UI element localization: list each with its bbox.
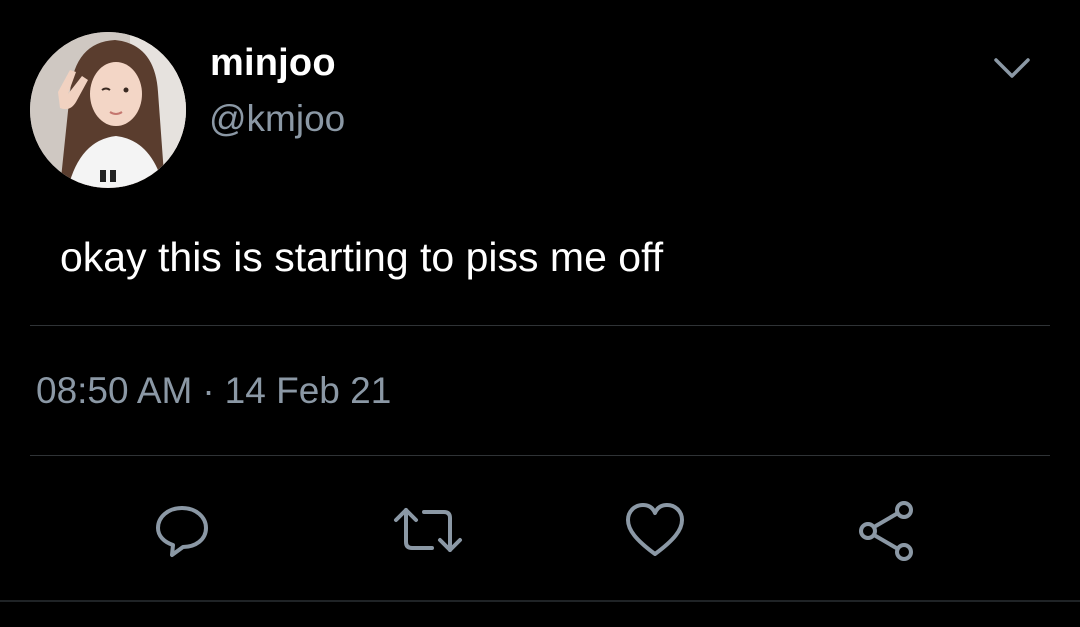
like-button[interactable] [624,500,684,560]
share-icon [859,501,913,561]
share-button[interactable] [856,500,916,561]
tweet-time: 08:50 AM [36,370,193,411]
heart-icon [626,503,684,556]
user-handle[interactable]: @kmjoo [209,98,345,140]
tweet-text: okay this is starting to piss me off [60,234,664,280]
display-name[interactable]: minjoo [210,42,336,85]
profile-photo-icon [30,32,186,188]
avatar[interactable] [30,32,186,188]
chevron-down-icon[interactable] [990,50,1034,86]
timestamp-separator: · [202,370,215,411]
speech-bubble-icon [156,506,208,557]
retweet-arrows-icon [394,508,462,552]
tweet-card: minjoo @kmjoo okay this is starting to p… [0,0,1080,627]
bottom-divider [0,600,1080,602]
retweet-button[interactable] [392,500,462,560]
divider [30,325,1050,326]
tweet-date: 14 Feb 21 [224,370,392,411]
divider [30,455,1050,456]
reply-button[interactable] [152,500,212,560]
timestamp[interactable]: 08:50 AM · 14 Feb 21 [36,370,391,412]
